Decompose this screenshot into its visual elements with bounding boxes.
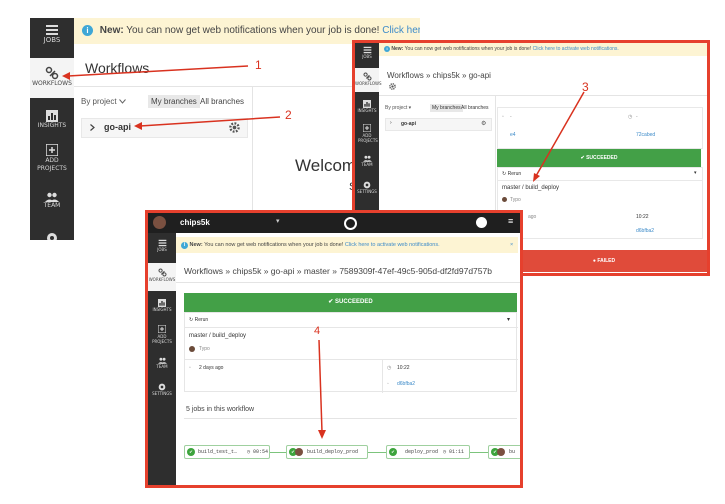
annotation-label-4: 4 <box>314 325 321 337</box>
annotation-arrow-4 <box>318 339 326 439</box>
